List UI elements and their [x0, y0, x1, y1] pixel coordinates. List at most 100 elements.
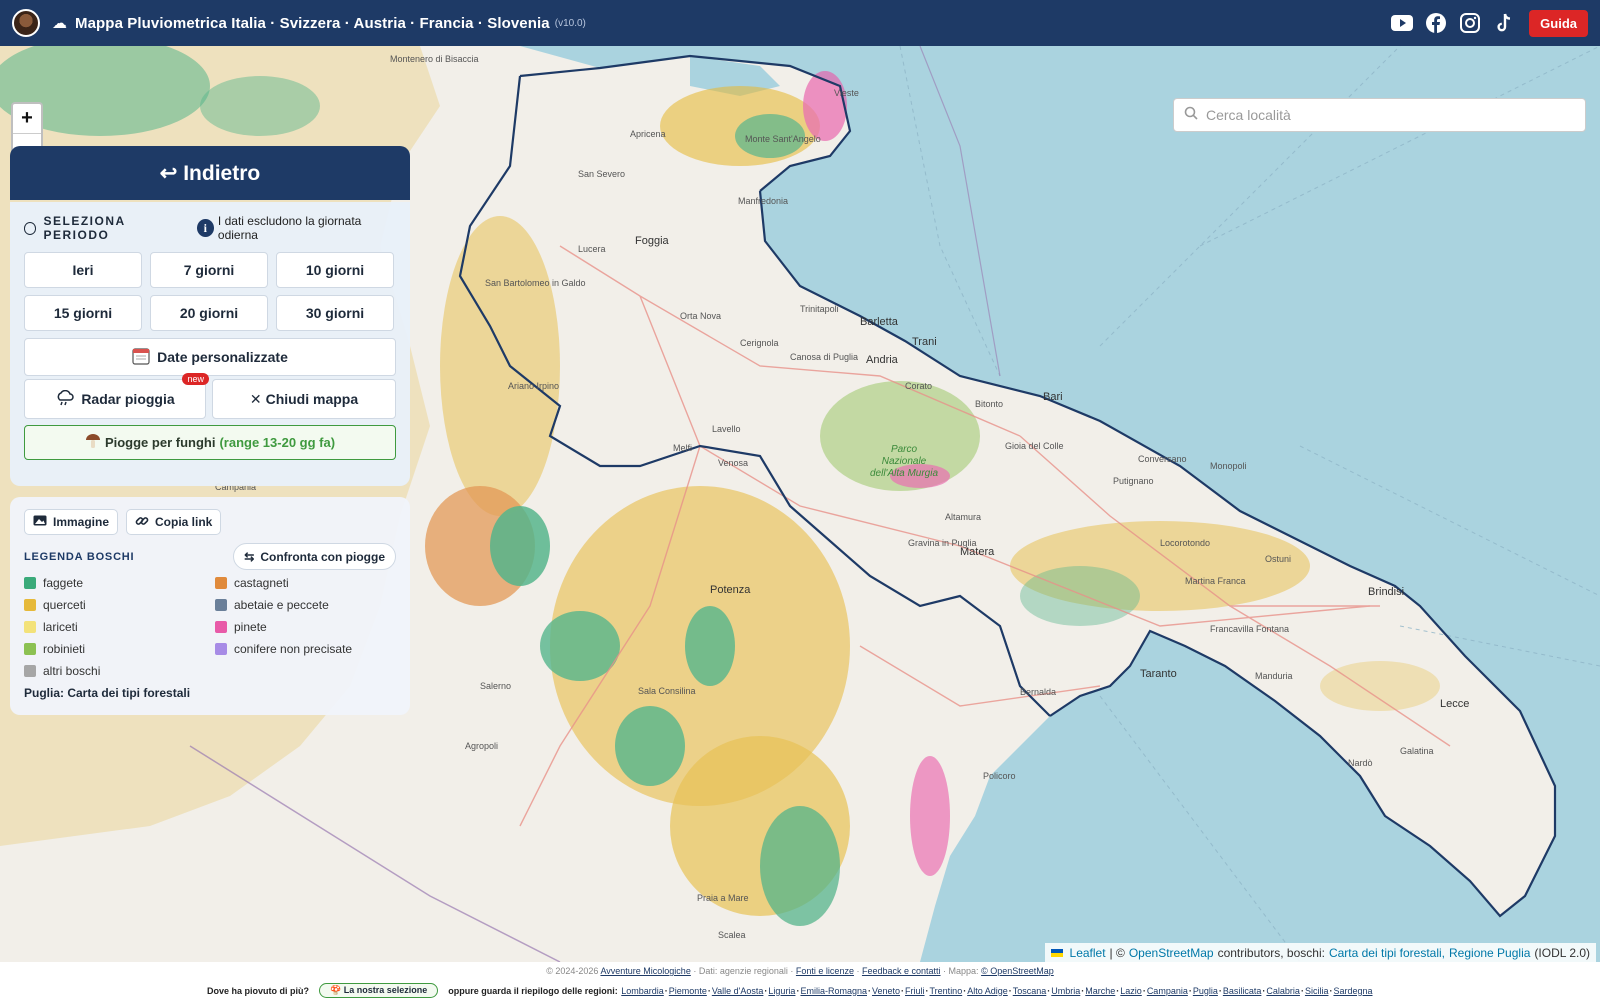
- feedback-link[interactable]: Feedback e contatti: [862, 966, 941, 976]
- period-10-giorni-button[interactable]: 10 giorni: [276, 252, 394, 288]
- legend-swatch: [215, 599, 227, 611]
- place-label: Taranto: [1140, 668, 1177, 680]
- regions-intro: oppure guarda il riepilogo delle regioni…: [448, 985, 618, 996]
- legend-label: faggete: [43, 576, 84, 590]
- back-button[interactable]: ↩ Indietro: [10, 146, 410, 200]
- facebook-icon[interactable]: [1425, 12, 1447, 34]
- legend-item: lariceti: [24, 618, 215, 636]
- osm-footer-link[interactable]: © OpenStreetMap: [981, 966, 1054, 976]
- compare-button[interactable]: ⇆ Confronta con piogge: [233, 543, 396, 570]
- close-map-button[interactable]: ✕ Chiudi mappa: [212, 379, 396, 419]
- legend-swatch: [24, 577, 36, 589]
- legend-source: Puglia: Carta dei tipi forestali: [24, 686, 191, 700]
- period-row-2: 15 giorni 20 giorni 30 giorni: [24, 295, 396, 331]
- place-label: Matera: [960, 546, 995, 558]
- region-link[interactable]: Umbria: [1051, 986, 1080, 996]
- place-label: Ariano Irpino: [508, 381, 560, 391]
- app-title: Mappa Pluviometrica Italia · Svizzera · …: [75, 14, 550, 32]
- period-15-giorni-button[interactable]: 15 giorni: [24, 295, 142, 331]
- custom-dates-label: Date personalizzate: [157, 349, 288, 365]
- page-footer: © 2024-2026 Avventure Micologiche · Dati…: [0, 962, 1600, 1000]
- region-link[interactable]: Marche: [1085, 986, 1115, 996]
- place-label: Vieste: [834, 88, 859, 98]
- place-label: Apricena: [630, 129, 666, 139]
- region-link[interactable]: Valle d'Aosta: [712, 986, 764, 996]
- region-link[interactable]: Veneto: [872, 986, 900, 996]
- region-link[interactable]: Basilicata: [1223, 986, 1262, 996]
- region-link[interactable]: Lazio: [1120, 986, 1142, 996]
- place-label: Trani: [912, 336, 937, 348]
- place-label: Brindisi: [1368, 586, 1405, 598]
- place-label: Manfredonia: [738, 196, 789, 206]
- region-link[interactable]: Campania: [1147, 986, 1188, 996]
- ukraine-flag-icon: [1050, 949, 1063, 957]
- legend-swatch: [24, 643, 36, 655]
- tiktok-icon[interactable]: [1493, 12, 1515, 34]
- region-link[interactable]: Trentino: [930, 986, 963, 996]
- piogge-funghi-button[interactable]: Piogge per funghi (range 13-20 gg fa): [24, 425, 396, 460]
- place-label: Bari: [1043, 391, 1063, 403]
- info-icon[interactable]: i: [196, 219, 214, 237]
- region-link[interactable]: Friuli: [905, 986, 925, 996]
- period-row-1: Ieri 7 giorni 10 giorni: [24, 252, 396, 288]
- youtube-icon[interactable]: [1391, 12, 1414, 34]
- region-link[interactable]: Emilia-Romagna: [800, 986, 867, 996]
- region-link[interactable]: Sardegna: [1333, 986, 1372, 996]
- copy-link-button[interactable]: Copia link: [126, 509, 222, 535]
- our-selection-button[interactable]: 🍄 La nostra selezione: [319, 983, 439, 998]
- copy-link-label: Copia link: [155, 515, 213, 529]
- regione-puglia-link[interactable]: Regione Puglia: [1449, 946, 1530, 960]
- period-20-giorni-button[interactable]: 20 giorni: [150, 295, 268, 331]
- app-version: (v10.0): [554, 17, 586, 29]
- region-link[interactable]: Sicilia: [1305, 986, 1329, 996]
- place-label: Barletta: [860, 316, 898, 328]
- period-panel: SELEZIONA PERIODO i I dati escludono la …: [10, 202, 410, 486]
- place-label: Trinitapoli: [800, 304, 839, 314]
- radar-label: Radar pioggia: [81, 391, 175, 407]
- legend-swatch: [215, 621, 227, 633]
- period-title: SELEZIONA PERIODO: [43, 214, 126, 242]
- legend-label: altri boschi: [43, 664, 101, 678]
- place-label: Corato: [905, 381, 933, 391]
- region-link[interactable]: Liguria: [768, 986, 795, 996]
- place-label: Gioia del Colle: [1005, 441, 1064, 451]
- radar-button[interactable]: Radar pioggia new: [24, 373, 209, 419]
- region-link[interactable]: Toscana: [1013, 986, 1047, 996]
- place-label: Venosa: [718, 458, 749, 468]
- search-box: [1173, 98, 1586, 132]
- regions-list: oppure guarda il riepilogo delle regioni…: [448, 985, 1373, 996]
- region-link[interactable]: Piemonte: [669, 986, 707, 996]
- instagram-icon[interactable]: [1459, 12, 1481, 34]
- map-source-text: · Mappa:: [943, 966, 979, 976]
- data-source-text: · Dati: agenzie regionali ·: [693, 966, 794, 976]
- legend-label: conifere non precisate: [234, 642, 353, 656]
- author-link[interactable]: Avventure Micologiche: [600, 966, 690, 976]
- guida-button[interactable]: Guida: [1529, 9, 1588, 37]
- carta-link[interactable]: Carta dei tipi forestali,: [1329, 946, 1445, 960]
- region-link[interactable]: Calabria: [1266, 986, 1300, 996]
- legend-swatch: [24, 621, 36, 633]
- place-label: Foggia: [635, 235, 669, 247]
- custom-dates-button[interactable]: Date personalizzate: [24, 338, 396, 376]
- sources-link[interactable]: Fonti e licenze: [796, 966, 854, 976]
- leaflet-link[interactable]: Leaflet: [1070, 946, 1106, 960]
- period-30-giorni-button[interactable]: 30 giorni: [276, 295, 394, 331]
- legend-swatch: [215, 577, 227, 589]
- clock-icon: [24, 221, 37, 235]
- search-input[interactable]: [1206, 107, 1566, 123]
- zoom-in-button[interactable]: +: [13, 104, 41, 133]
- period-header: SELEZIONA PERIODO i I dati escludono la …: [24, 214, 396, 242]
- avatar[interactable]: [12, 9, 40, 37]
- image-button[interactable]: Immagine: [24, 509, 119, 535]
- period-7-giorni-button[interactable]: 7 giorni: [150, 252, 268, 288]
- region-link[interactable]: Alto Adige: [967, 986, 1008, 996]
- region-link[interactable]: Puglia: [1193, 986, 1218, 996]
- place-label: Monopoli: [1210, 461, 1247, 471]
- osm-attribution-link[interactable]: OpenStreetMap: [1129, 946, 1214, 960]
- legend-label: robinieti: [43, 642, 86, 656]
- place-label: Nardò: [1348, 758, 1373, 768]
- region-link[interactable]: Lombardia: [621, 986, 664, 996]
- period-ieri-button[interactable]: Ieri: [24, 252, 142, 288]
- radar-row: Radar pioggia new ✕ Chiudi mappa: [24, 373, 396, 419]
- place-label: Melfi: [673, 443, 693, 453]
